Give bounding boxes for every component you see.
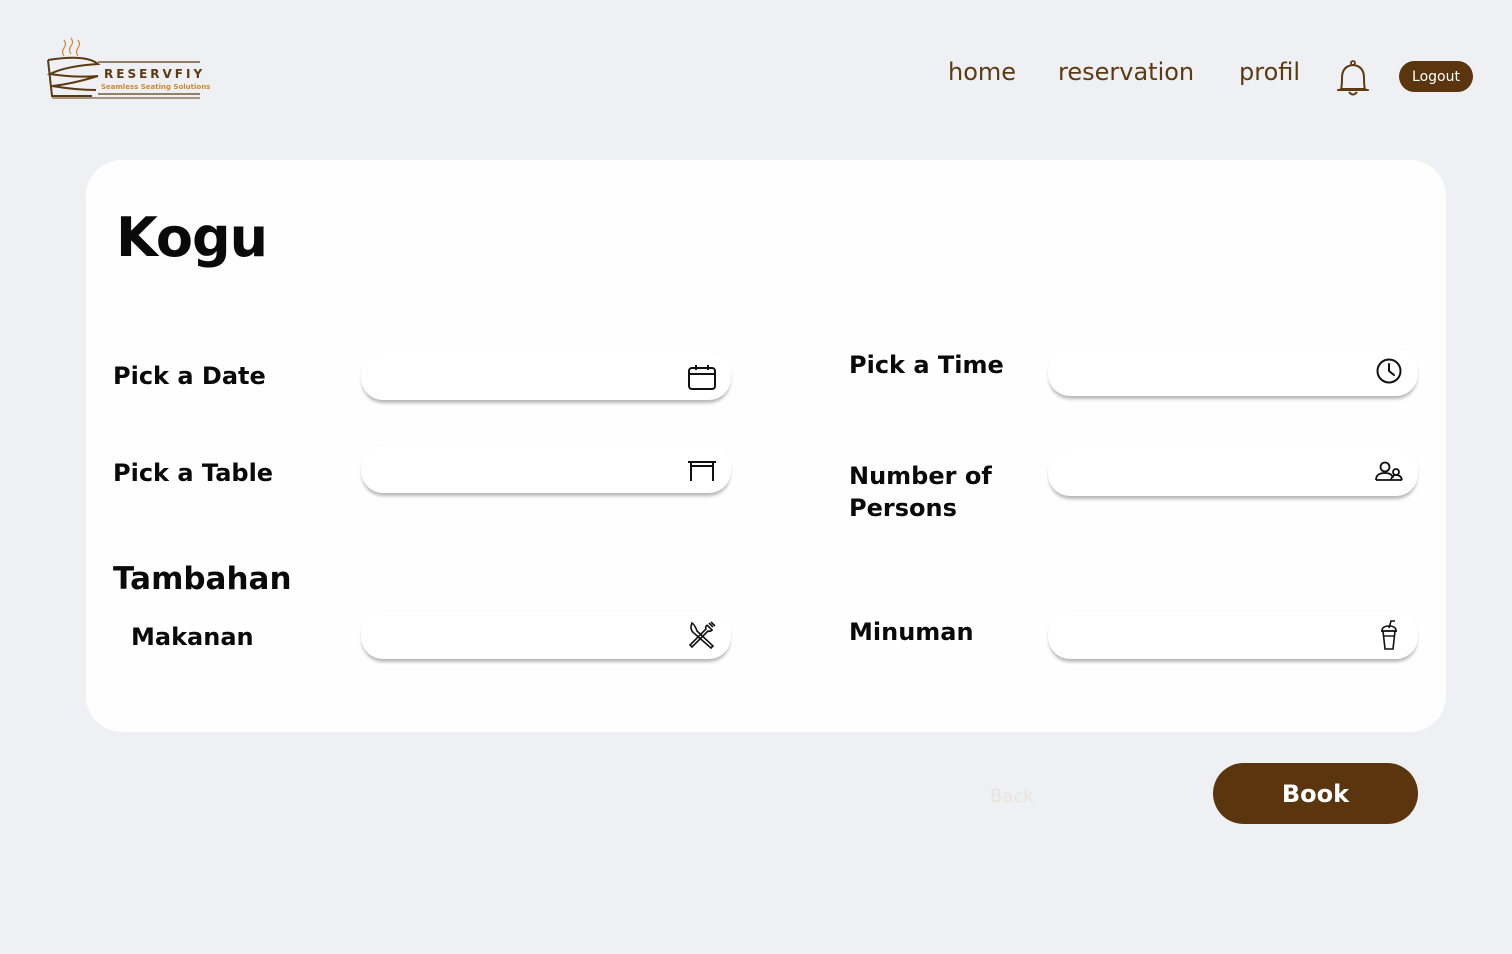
drink-label: Minuman <box>849 618 974 646</box>
back-button[interactable]: Back <box>990 786 1034 807</box>
drink-input[interactable] <box>1066 611 1360 661</box>
food-label: Makanan <box>131 623 254 651</box>
time-label: Pick a Time <box>849 351 1004 379</box>
time-field[interactable] <box>1048 348 1418 398</box>
persons-field[interactable] <box>1048 448 1418 498</box>
table-label: Pick a Table <box>113 459 274 487</box>
brand-name: RESERVFIY <box>104 67 206 81</box>
nav-profil[interactable]: profil <box>1239 58 1300 86</box>
brand-logo[interactable]: RESERVFIY Seamless Seating Solutions <box>46 34 210 102</box>
restaurant-name: Kogu <box>116 206 268 269</box>
food-input[interactable] <box>379 611 673 661</box>
table-icon[interactable] <box>687 455 717 485</box>
persons-label-line2: Persons <box>849 494 957 522</box>
brand-tagline: Seamless Seating Solutions <box>101 83 211 91</box>
logout-button[interactable]: Logout <box>1399 61 1473 92</box>
date-input[interactable] <box>379 352 673 402</box>
date-label: Pick a Date <box>113 362 266 390</box>
calendar-icon[interactable] <box>687 362 717 392</box>
date-field[interactable] <box>361 352 731 402</box>
table-input[interactable] <box>379 445 673 495</box>
drink-field[interactable] <box>1048 611 1418 661</box>
clock-icon[interactable] <box>1374 356 1404 386</box>
book-button[interactable]: Book <box>1213 763 1418 824</box>
food-field[interactable] <box>361 611 731 661</box>
table-field[interactable] <box>361 445 731 495</box>
persons-label-line1: Number of <box>849 462 992 490</box>
time-input[interactable] <box>1066 348 1360 398</box>
nav-home[interactable]: home <box>948 58 1016 86</box>
people-icon[interactable] <box>1374 458 1404 488</box>
drink-cup-icon[interactable] <box>1374 620 1404 650</box>
bell-icon[interactable] <box>1334 58 1372 100</box>
fork-knife-icon[interactable] <box>687 620 717 650</box>
extras-title: Tambahan <box>113 561 292 597</box>
persons-input[interactable] <box>1066 448 1360 498</box>
persons-label: Number of Persons <box>849 460 992 524</box>
nav-reservation[interactable]: reservation <box>1058 58 1194 86</box>
